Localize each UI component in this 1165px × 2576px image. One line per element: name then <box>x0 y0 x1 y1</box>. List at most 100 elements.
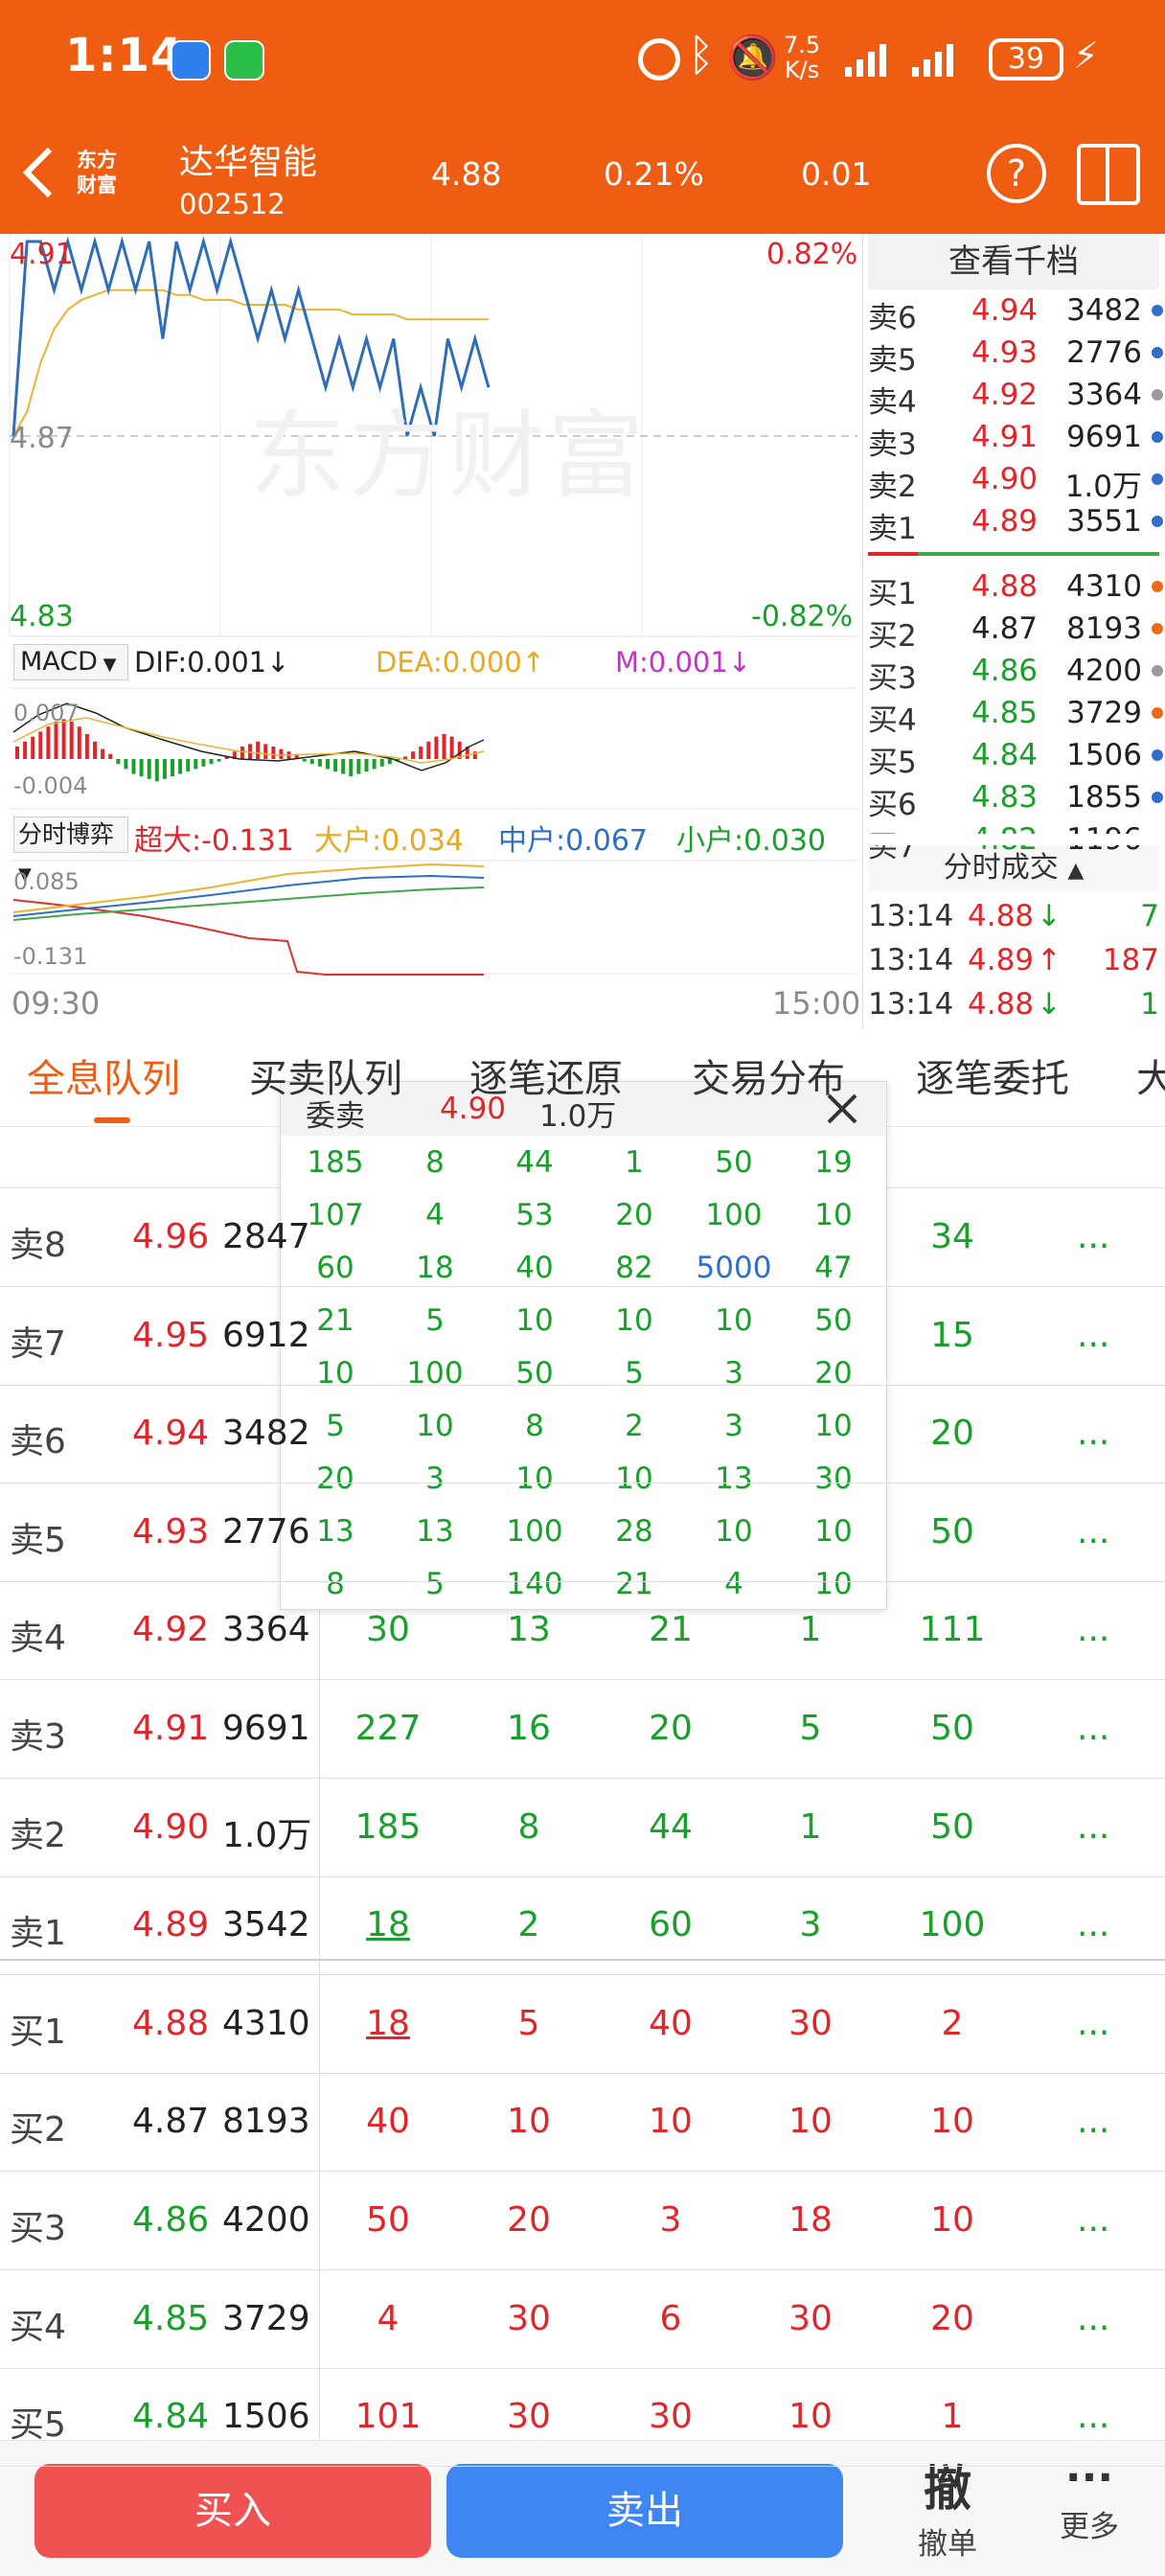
queue-more-button[interactable]: ... <box>1077 1905 1109 1944</box>
queue-more-button[interactable]: ... <box>1077 1217 1109 1256</box>
queue-order[interactable]: 227 <box>331 1709 445 1748</box>
order-book-row[interactable]: 买2 4.87 8193 <box>868 610 1165 654</box>
queue-row[interactable]: 卖6 4.94 3482 20... <box>0 1385 1165 1484</box>
queue-order[interactable]: 40 <box>613 2004 728 2043</box>
order-book-row[interactable]: 买6 4.83 1855 <box>868 778 1165 822</box>
queue-order[interactable]: 6 <box>613 2299 728 2338</box>
tab-4[interactable]: 逐笔委托 <box>916 1047 1069 1103</box>
queue-order[interactable]: 40 <box>331 2102 445 2141</box>
tab-2[interactable]: 逐笔还原 <box>469 1047 623 1103</box>
queue-row[interactable]: 买2 4.87 8193 40 10 10 10 10... <box>0 2073 1165 2173</box>
queue-order[interactable]: 3 <box>753 1905 868 1944</box>
queue-order[interactable]: 10 <box>753 2102 868 2141</box>
queue-order[interactable]: 50 <box>895 1709 1010 1748</box>
queue-more-button[interactable]: ... <box>1077 2102 1109 2141</box>
queue-order[interactable]: 60 <box>613 1905 728 1944</box>
macd-selector[interactable]: MACD ▼ <box>13 644 128 680</box>
order-book-row[interactable]: 买3 4.86 4200 <box>868 652 1165 696</box>
queue-order[interactable]: 100 <box>895 1905 1010 1944</box>
queue-order[interactable]: 30 <box>331 1610 445 1649</box>
queue-order[interactable]: 18 <box>331 1905 445 1944</box>
queue-more-button[interactable]: ... <box>1077 1414 1109 1453</box>
cancel-order-button[interactable]: 撤 撤单 <box>879 2450 1016 2563</box>
queue-order[interactable]: 20 <box>895 1414 1010 1453</box>
queue-more-button[interactable]: ... <box>1077 2200 1109 2240</box>
tab-1[interactable]: 买卖队列 <box>249 1047 402 1103</box>
queue-order[interactable]: 44 <box>613 1807 728 1847</box>
queue-order[interactable]: 30 <box>471 2397 586 2436</box>
queue-more-button[interactable]: ... <box>1077 1709 1109 1748</box>
tab-3[interactable]: 交易分布 <box>692 1047 845 1103</box>
queue-row[interactable]: 卖4 4.92 3364 30 13 21 1 111... <box>0 1581 1165 1681</box>
queue-row[interactable]: 买3 4.86 4200 50 20 3 18 10... <box>0 2172 1165 2270</box>
queue-order[interactable]: 13 <box>471 1610 586 1649</box>
queue-order[interactable]: 10 <box>753 2397 868 2436</box>
tab-5[interactable]: 大 <box>1136 1047 1165 1103</box>
queue-order[interactable]: 4 <box>331 2299 445 2338</box>
order-book-row[interactable]: 卖1 4.89 3551 <box>868 502 1165 546</box>
order-book-row[interactable]: 卖4 4.92 3364 <box>868 376 1165 420</box>
queue-order[interactable]: 18 <box>331 2004 445 2043</box>
queue-more-button[interactable]: ... <box>1077 2299 1109 2338</box>
order-book-row[interactable]: 买1 4.88 4310 <box>868 567 1165 611</box>
queue-order[interactable]: 111 <box>895 1610 1010 1649</box>
order-book-depth-button[interactable]: 查看千档 <box>868 234 1159 289</box>
queue-order[interactable]: 20 <box>895 2299 1010 2338</box>
queue-order[interactable]: 185 <box>331 1807 445 1847</box>
queue-more-button[interactable]: ... <box>1077 2004 1109 2043</box>
queue-order[interactable]: 30 <box>471 2299 586 2338</box>
queue-order[interactable]: 10 <box>613 2102 728 2141</box>
queue-row[interactable]: 卖5 4.93 2776 50... <box>0 1484 1165 1582</box>
queue-order[interactable]: 30 <box>613 2397 728 2436</box>
queue-order[interactable]: 20 <box>471 2200 586 2240</box>
back-button[interactable] <box>19 144 57 205</box>
queue-order[interactable]: 10 <box>895 2200 1010 2240</box>
queue-more-button[interactable]: ... <box>1077 1512 1109 1552</box>
queue-order[interactable]: 30 <box>753 2299 868 2338</box>
flow-selector[interactable]: 分时博弈 ▼ <box>13 816 128 885</box>
queue-order[interactable]: 1 <box>753 1610 868 1649</box>
order-book-row[interactable]: 卖3 4.91 9691 <box>868 418 1165 462</box>
queue-order[interactable]: 30 <box>753 2004 868 2043</box>
tab-0[interactable]: 全息队列 <box>27 1047 180 1103</box>
queue-row[interactable]: 买1 4.88 4310 18 5 40 30 2... <box>0 1975 1165 2074</box>
queue-order[interactable]: 10 <box>895 2102 1010 2141</box>
queue-row[interactable]: 买4 4.85 3729 4 30 6 30 20... <box>0 2270 1165 2369</box>
intraday-chart[interactable]: 4.91 0.82% 4.87 东方财富 4.83 -0.82% MACD ▼ … <box>0 234 862 1029</box>
queue-order[interactable]: 1 <box>895 2397 1010 2436</box>
queue-order[interactable]: 2 <box>471 1905 586 1944</box>
queue-row[interactable]: 卖7 4.95 6912 15... <box>0 1287 1165 1386</box>
queue-order[interactable]: 50 <box>895 1512 1010 1552</box>
help-button[interactable]: ? <box>987 144 1046 203</box>
buy-button[interactable]: 买入 <box>34 2464 431 2558</box>
sell-button[interactable]: 卖出 <box>446 2464 843 2558</box>
queue-order[interactable]: 21 <box>613 1610 728 1649</box>
queue-order[interactable]: 1 <box>753 1807 868 1847</box>
more-button[interactable]: ··· 更多 <box>1021 2454 1157 2545</box>
queue-order[interactable]: 8 <box>471 1807 586 1847</box>
layout-switch-button[interactable] <box>1077 144 1140 205</box>
queue-order[interactable]: 5 <box>753 1709 868 1748</box>
queue-order[interactable]: 50 <box>331 2200 445 2240</box>
queue-row[interactable]: 卖3 4.91 9691 227 16 20 5 50... <box>0 1680 1165 1779</box>
queue-more-button[interactable]: ... <box>1077 1610 1109 1649</box>
order-book-row[interactable]: 卖6 4.94 3482 <box>868 291 1165 335</box>
queue-order[interactable]: 16 <box>471 1709 586 1748</box>
queue-more-button[interactable]: ... <box>1077 2397 1109 2436</box>
queue-order[interactable]: 34 <box>895 1217 1010 1256</box>
queue-more-button[interactable]: ... <box>1077 1316 1109 1355</box>
queue-row[interactable]: 卖8 4.96 2847 34... <box>0 1188 1165 1287</box>
order-book-row[interactable]: 买4 4.85 3729 <box>868 694 1165 738</box>
queue-more-button[interactable]: ... <box>1077 1807 1109 1847</box>
queue-row[interactable]: 卖1 4.89 3542 18 2 60 3 100... <box>0 1876 1165 1976</box>
order-book-row[interactable]: 卖2 4.90 1.0万 <box>868 460 1165 504</box>
queue-order[interactable]: 10 <box>471 2102 586 2141</box>
queue-order[interactable]: 18 <box>753 2200 868 2240</box>
queue-order[interactable]: 3 <box>613 2200 728 2240</box>
queue-order[interactable]: 50 <box>895 1807 1010 1847</box>
queue-order[interactable]: 101 <box>331 2397 445 2436</box>
queue-order[interactable]: 15 <box>895 1316 1010 1355</box>
queue-row[interactable]: 卖2 4.90 1.0万 185 8 44 1 50... <box>0 1779 1165 1877</box>
order-book-row[interactable]: 买5 4.84 1506 <box>868 736 1165 780</box>
queue-order[interactable]: 20 <box>613 1709 728 1748</box>
